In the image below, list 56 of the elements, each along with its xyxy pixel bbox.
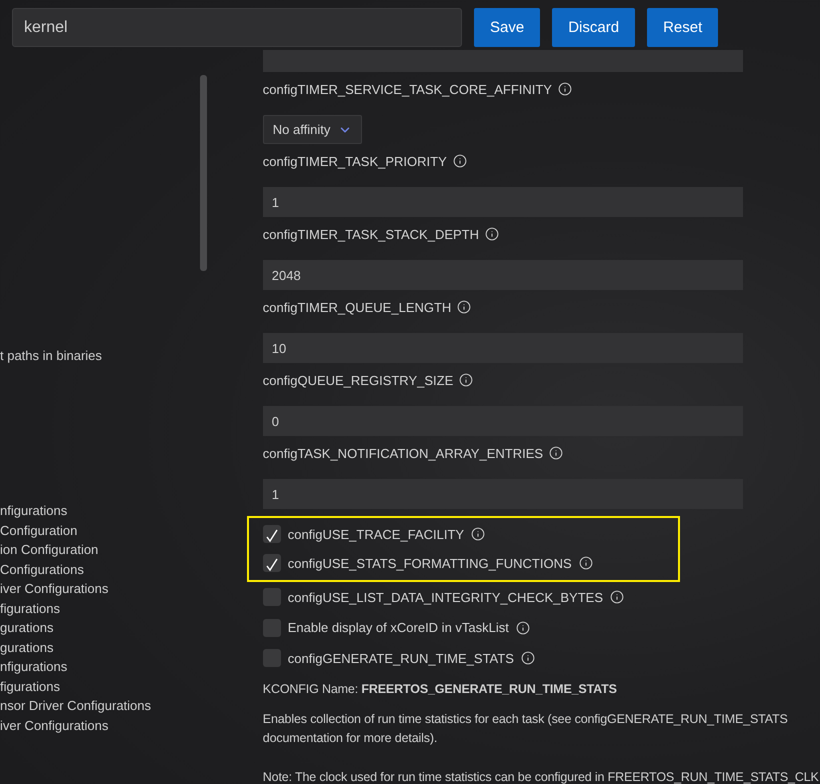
sidebar-item[interactable]: figurations [0, 598, 247, 618]
action-button[interactable]: Reset [647, 8, 718, 47]
info-icon[interactable] [516, 620, 530, 635]
checkbox[interactable] [262, 554, 281, 572]
info-icon[interactable] [471, 527, 486, 541]
checkbox[interactable] [262, 649, 281, 668]
checkbox-label: configGENERATE_RUN_TIME_STATS [288, 650, 514, 666]
info-icon[interactable] [610, 590, 624, 604]
info-icon[interactable] [457, 300, 472, 314]
sidebar-item[interactable]: gurations [0, 618, 247, 638]
check-icon [264, 529, 279, 543]
sidebar-item[interactable]: figurations [0, 676, 247, 696]
text-field[interactable]: 0 [262, 406, 743, 436]
note-text: Note: The clock used for run time statistics can be configured in FREERTOS_RUN_TIME_STATS_CLK [262, 768, 820, 784]
description-text: Enables collection of run time statistics for each task (see configGENERATE_RUN_TIME_STATS documentation for more details). [262, 710, 789, 747]
setting-label: configTIMER_SERVICE_TASK_CORE_AFFINITY [262, 82, 552, 96]
checkbox[interactable] [262, 618, 281, 637]
info-icon[interactable] [459, 373, 474, 387]
sidebar-item[interactable]: nsor Driver Configurations [0, 696, 247, 716]
info-icon[interactable] [578, 556, 593, 570]
setting-label: configTIMER_TASK_STACK_DEPTH [262, 226, 480, 242]
sidebar-item[interactable]: iver Configurations [0, 579, 247, 598]
sidebar-item[interactable]: nfigurations [0, 657, 247, 676]
setting-label: configQUEUE_REGISTRY_SIZE [262, 372, 454, 388]
setting-label: configTIMER_TASK_PRIORITY [262, 154, 447, 168]
sidebar-item[interactable]: Configurations [0, 560, 247, 579]
checkbox-label: configUSE_TRACE_FACILITY [288, 526, 464, 542]
info-icon[interactable] [549, 446, 564, 460]
text-field[interactable]: 1 [262, 479, 743, 509]
info-icon[interactable] [485, 227, 500, 241]
checkbox[interactable] [262, 525, 281, 543]
check-icon [264, 558, 279, 572]
action-button[interactable]: Discard [552, 8, 636, 47]
checkbox-label: configUSE_LIST_DATA_INTEGRITY_CHECK_BYTES [288, 590, 603, 605]
info-icon[interactable] [558, 82, 572, 96]
checkbox-label: configUSE_STATS_FORMATTING_FUNCTIONS [288, 556, 572, 570]
setting-label: configTASK_NOTIFICATION_ARRAY_ENTRIES [262, 446, 544, 460]
sidebar-item[interactable]: Configuration [0, 520, 247, 540]
sidebar-item[interactable]: iver Configurations [0, 716, 247, 735]
scrollbar[interactable] [200, 75, 207, 271]
action-button[interactable]: Save [474, 8, 540, 47]
setting-label: configTIMER_QUEUE_LENGTH [262, 300, 452, 314]
search-field[interactable]: kernel [12, 8, 462, 47]
text-field[interactable]: 10 [262, 333, 743, 363]
sidebar-item[interactable]: t paths in binaries [0, 346, 247, 365]
info-icon[interactable] [520, 651, 535, 666]
text-field[interactable]: 1 [262, 187, 743, 217]
affinity-dropdown[interactable]: No affinity [262, 115, 362, 144]
sidebar-item[interactable]: nfigurations [0, 501, 247, 520]
sidebar-item[interactable]: ion Configuration [0, 540, 247, 560]
checkbox-label: Enable display of xCoreID in vTaskList [288, 620, 509, 636]
sidebar-item[interactable]: gurations [0, 638, 247, 657]
info-icon[interactable] [452, 154, 467, 168]
kconfig-name: KCONFIG Name: FREERTOS_GENERATE_RUN_TIME_STATS [262, 680, 618, 698]
text-field[interactable]: 2048 [262, 260, 743, 290]
checkbox[interactable] [262, 588, 281, 606]
